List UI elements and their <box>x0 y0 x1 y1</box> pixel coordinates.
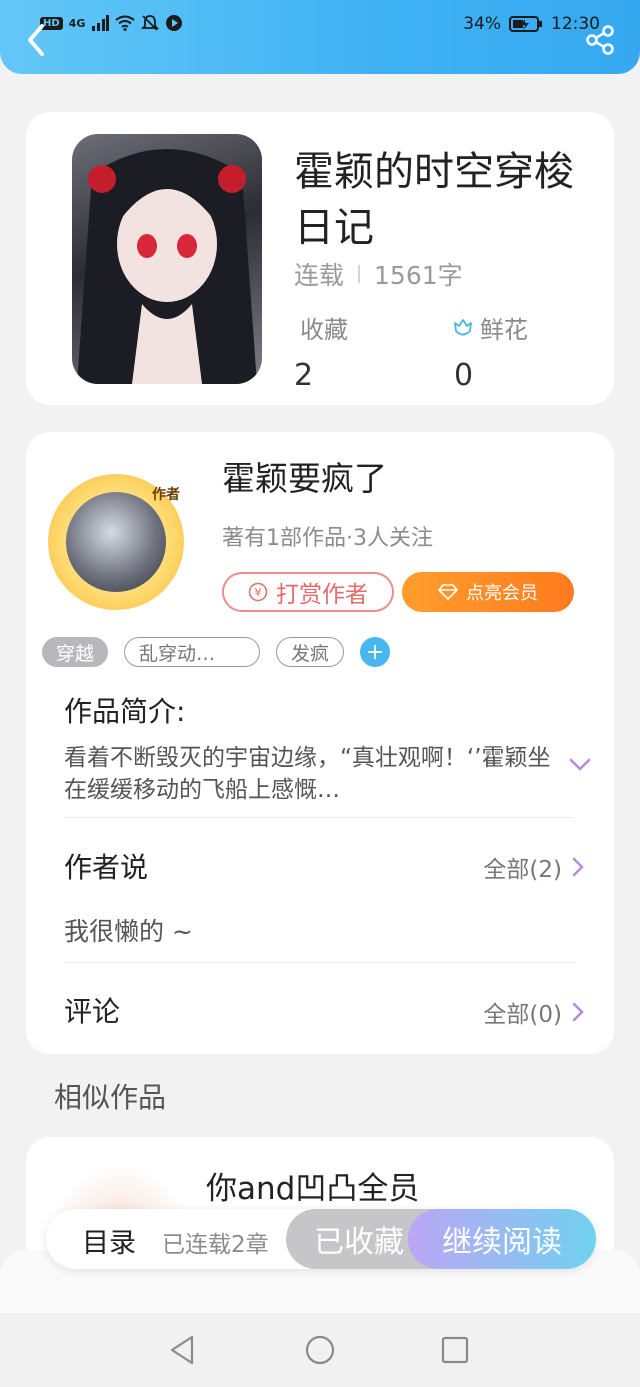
share-icon[interactable] <box>584 24 616 56</box>
vip-button[interactable]: 点亮会员 <box>402 572 574 612</box>
continue-reading-button[interactable]: 继续阅读 <box>408 1209 596 1269</box>
favorites-label: 收藏 <box>300 310 348 345</box>
book-status: 连载 <box>294 261 345 290</box>
author-avatar[interactable]: 作者 <box>48 474 184 610</box>
svg-text:¥: ¥ <box>255 586 262 599</box>
similar-work-title: 你and凹凸全员 <box>206 1171 420 1207</box>
comments-heading: 评论 <box>64 995 121 1028</box>
status-bar: HD 4G 34% 12:30 <box>0 14 640 42</box>
author-avatar-image <box>66 492 166 592</box>
author-badge: 作者 <box>152 487 180 503</box>
flowers-label-text: 鲜花 <box>480 316 528 344</box>
tag-chip[interactable]: 穿越 <box>42 637 109 667</box>
collected-label: 已收藏 <box>314 1225 404 1260</box>
chapters-label: 已连载2章 <box>162 1232 269 1258</box>
add-tag-icon[interactable]: + <box>360 637 391 667</box>
nav-back-icon[interactable] <box>166 1333 200 1367</box>
comments-all-link[interactable]: 全部(0) <box>483 995 584 1029</box>
play-icon <box>166 15 183 31</box>
tag-list: 穿越 乱穿动… 发疯 + <box>42 637 391 667</box>
favorites-value: 2 <box>294 358 314 393</box>
battery-percent: 34% <box>463 14 501 34</box>
author-name[interactable]: 霍颖要疯了 <box>222 452 387 500</box>
continue-reading-label: 继续阅读 <box>442 1225 562 1260</box>
flowers-label[interactable]: 鲜花 <box>452 310 528 345</box>
wifi-icon <box>115 15 135 31</box>
tip-author-button[interactable]: ¥ 打赏作者 <box>222 572 394 612</box>
book-info-card: 霍颖的时空穿梭日记 连载 1561字 收藏 2 鲜花 0 <box>26 112 614 405</box>
comments-all-label: 全部(0) <box>483 1002 562 1028</box>
back-icon[interactable] <box>22 22 50 58</box>
flowers-value: 0 <box>454 358 474 393</box>
tip-author-label: 打赏作者 <box>276 582 368 608</box>
tag-chip[interactable]: 乱穿动… <box>124 637 261 667</box>
tag-chip[interactable]: 发疯 <box>276 637 345 667</box>
word-count: 1561字 <box>374 261 463 290</box>
signal-icon <box>92 15 110 31</box>
vip-label: 点亮会员 <box>466 583 538 604</box>
favorites-label-text: 收藏 <box>300 316 348 344</box>
book-meta: 连载 1561字 <box>294 256 463 292</box>
nav-home-icon[interactable] <box>303 1333 337 1367</box>
diamond-icon <box>438 584 458 600</box>
top-header: HD 4G 34% 12:30 <box>0 0 640 74</box>
battery-icon <box>509 16 542 32</box>
intro-heading: 作品简介: <box>64 695 186 728</box>
mute-bell-icon <box>141 15 160 31</box>
intro-text[interactable]: 看着不断毁灭的宇宙边缘，“真壮观啊！‘’霍颖坐在缓缓移动的飞船上感慨… <box>64 742 554 806</box>
author-card: 作者 霍颖要疯了 著有1部作品·3人关注 ¥ 打赏作者 点亮会员 穿越 乱穿动…… <box>26 432 614 1054</box>
cover-illustration <box>77 149 257 384</box>
author-says-content: 我很懒的 ~ <box>64 917 193 946</box>
flower-icon <box>454 318 472 335</box>
similar-works-heading: 相似作品 <box>54 1081 167 1114</box>
catalog-button[interactable]: 目录 <box>82 1221 136 1260</box>
book-cover-image[interactable] <box>72 134 262 384</box>
book-title: 霍颖的时空穿梭日记 <box>294 149 574 251</box>
divider <box>64 817 574 818</box>
meta-divider <box>358 265 361 283</box>
author-says-all-link[interactable]: 全部(2) <box>483 850 584 884</box>
chevron-down-icon[interactable] <box>568 757 592 773</box>
bottom-action-bar: 目录 已连载2章 已收藏 继续阅读 <box>46 1209 596 1269</box>
network-label: 4G <box>68 16 86 30</box>
nav-recents-icon[interactable] <box>438 1333 472 1367</box>
coin-icon: ¥ <box>248 582 268 602</box>
divider <box>64 962 574 963</box>
author-says-all-label: 全部(2) <box>483 857 562 883</box>
author-says-heading: 作者说 <box>64 851 149 884</box>
author-info: 著有1部作品·3人关注 <box>222 526 433 551</box>
chevron-right-icon <box>572 1002 584 1022</box>
chevron-right-icon <box>572 857 584 877</box>
